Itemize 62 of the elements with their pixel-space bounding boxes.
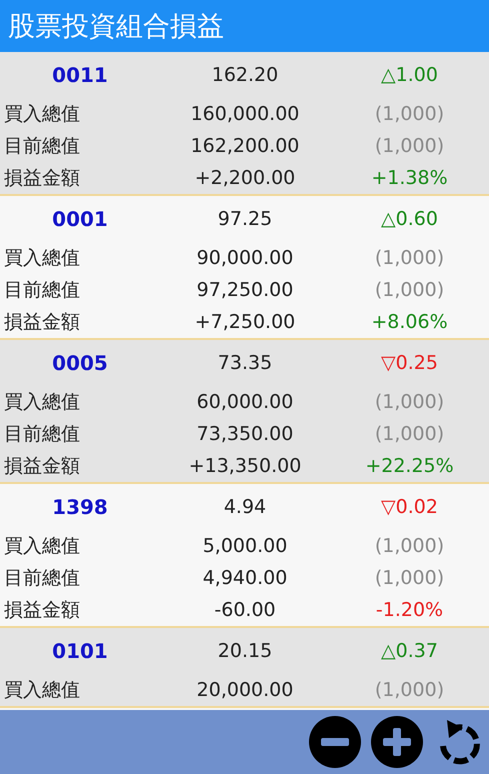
stock-card[interactable]: 0101 20.15 △0.37 買入總值 20,000.00 (1,000) bbox=[0, 628, 489, 708]
row-value: -60.00 bbox=[214, 599, 276, 621]
share-count: (1,000) bbox=[374, 423, 444, 445]
row-label: 目前總值 bbox=[3, 422, 80, 447]
row-value: 90,000.00 bbox=[196, 247, 294, 269]
price-change: △0.60 bbox=[381, 208, 438, 230]
row-label: 買入總值 bbox=[3, 246, 80, 271]
price-change: ▽0.25 bbox=[381, 352, 438, 374]
stock-code: 0101 bbox=[52, 639, 108, 663]
row-value: 5,000.00 bbox=[202, 535, 288, 557]
share-count: (1,000) bbox=[374, 679, 444, 701]
row-value: 60,000.00 bbox=[196, 391, 294, 413]
price-change: ▽0.02 bbox=[381, 496, 438, 518]
percent-change: +8.06% bbox=[371, 311, 448, 333]
row-value: 97,250.00 bbox=[196, 279, 294, 301]
row-label: 買入總值 bbox=[3, 390, 80, 415]
price-change: △0.37 bbox=[381, 640, 438, 662]
row-label: 損益金額 bbox=[3, 598, 80, 623]
row-label: 買入總值 bbox=[3, 678, 80, 703]
share-count: (1,000) bbox=[374, 535, 444, 557]
share-count: (1,000) bbox=[374, 103, 444, 125]
stock-card[interactable]: 0005 73.35 ▽0.25 買入總值 60,000.00 (1,000) 目前總值 73,350.00 (1,000) 損益金額 +13,350.00 +22.25% bbox=[0, 340, 489, 484]
row-label: 買入總值 bbox=[3, 102, 80, 127]
stock-price: 97.25 bbox=[218, 208, 272, 230]
row-value: 73,350.00 bbox=[196, 423, 294, 445]
stock-code: 0005 bbox=[52, 351, 108, 375]
plus-circle-icon bbox=[371, 716, 423, 768]
row-value: +2,200.00 bbox=[194, 167, 296, 189]
stock-code: 0001 bbox=[52, 207, 108, 231]
percent-change: +1.38% bbox=[371, 167, 448, 189]
share-count: (1,000) bbox=[374, 135, 444, 157]
share-count: (1,000) bbox=[374, 567, 444, 589]
stock-price: 162.20 bbox=[212, 64, 278, 86]
share-count: (1,000) bbox=[374, 247, 444, 269]
price-change: △1.00 bbox=[381, 64, 438, 86]
minus-circle-icon bbox=[309, 716, 361, 768]
remove-button[interactable] bbox=[309, 716, 361, 768]
share-count: (1,000) bbox=[374, 391, 444, 413]
row-label: 目前總值 bbox=[3, 278, 80, 303]
row-label: 目前總值 bbox=[3, 566, 80, 591]
row-value: 20,000.00 bbox=[196, 679, 294, 701]
add-button[interactable] bbox=[371, 716, 423, 768]
stock-price: 73.35 bbox=[218, 352, 272, 374]
percent-change: -1.20% bbox=[376, 599, 444, 621]
row-value: 160,000.00 bbox=[190, 103, 300, 125]
row-label: 損益金額 bbox=[3, 454, 80, 479]
percent-change: +22.25% bbox=[365, 455, 454, 477]
stock-price: 20.15 bbox=[218, 640, 272, 662]
app-title: 股票投資組合損益 bbox=[8, 10, 224, 44]
share-count: (1,000) bbox=[374, 279, 444, 301]
row-value: 4,940.00 bbox=[202, 567, 288, 589]
stock-code: 1398 bbox=[52, 495, 108, 519]
stock-card[interactable]: 0011 162.20 △1.00 買入總值 160,000.00 (1,000) 目前總值 162,200.00 (1,000) 損益金額 +2,200.00 +1.38% bbox=[0, 52, 489, 196]
stock-price: 4.94 bbox=[224, 496, 266, 518]
row-value: +7,250.00 bbox=[194, 311, 296, 333]
row-label: 目前總值 bbox=[3, 134, 80, 159]
row-label: 損益金額 bbox=[3, 166, 80, 191]
row-label: 買入總值 bbox=[3, 534, 80, 559]
row-value: 162,200.00 bbox=[190, 135, 300, 157]
row-value: +13,350.00 bbox=[188, 455, 302, 477]
stock-code: 0011 bbox=[52, 63, 108, 87]
row-label: 損益金額 bbox=[3, 310, 80, 335]
